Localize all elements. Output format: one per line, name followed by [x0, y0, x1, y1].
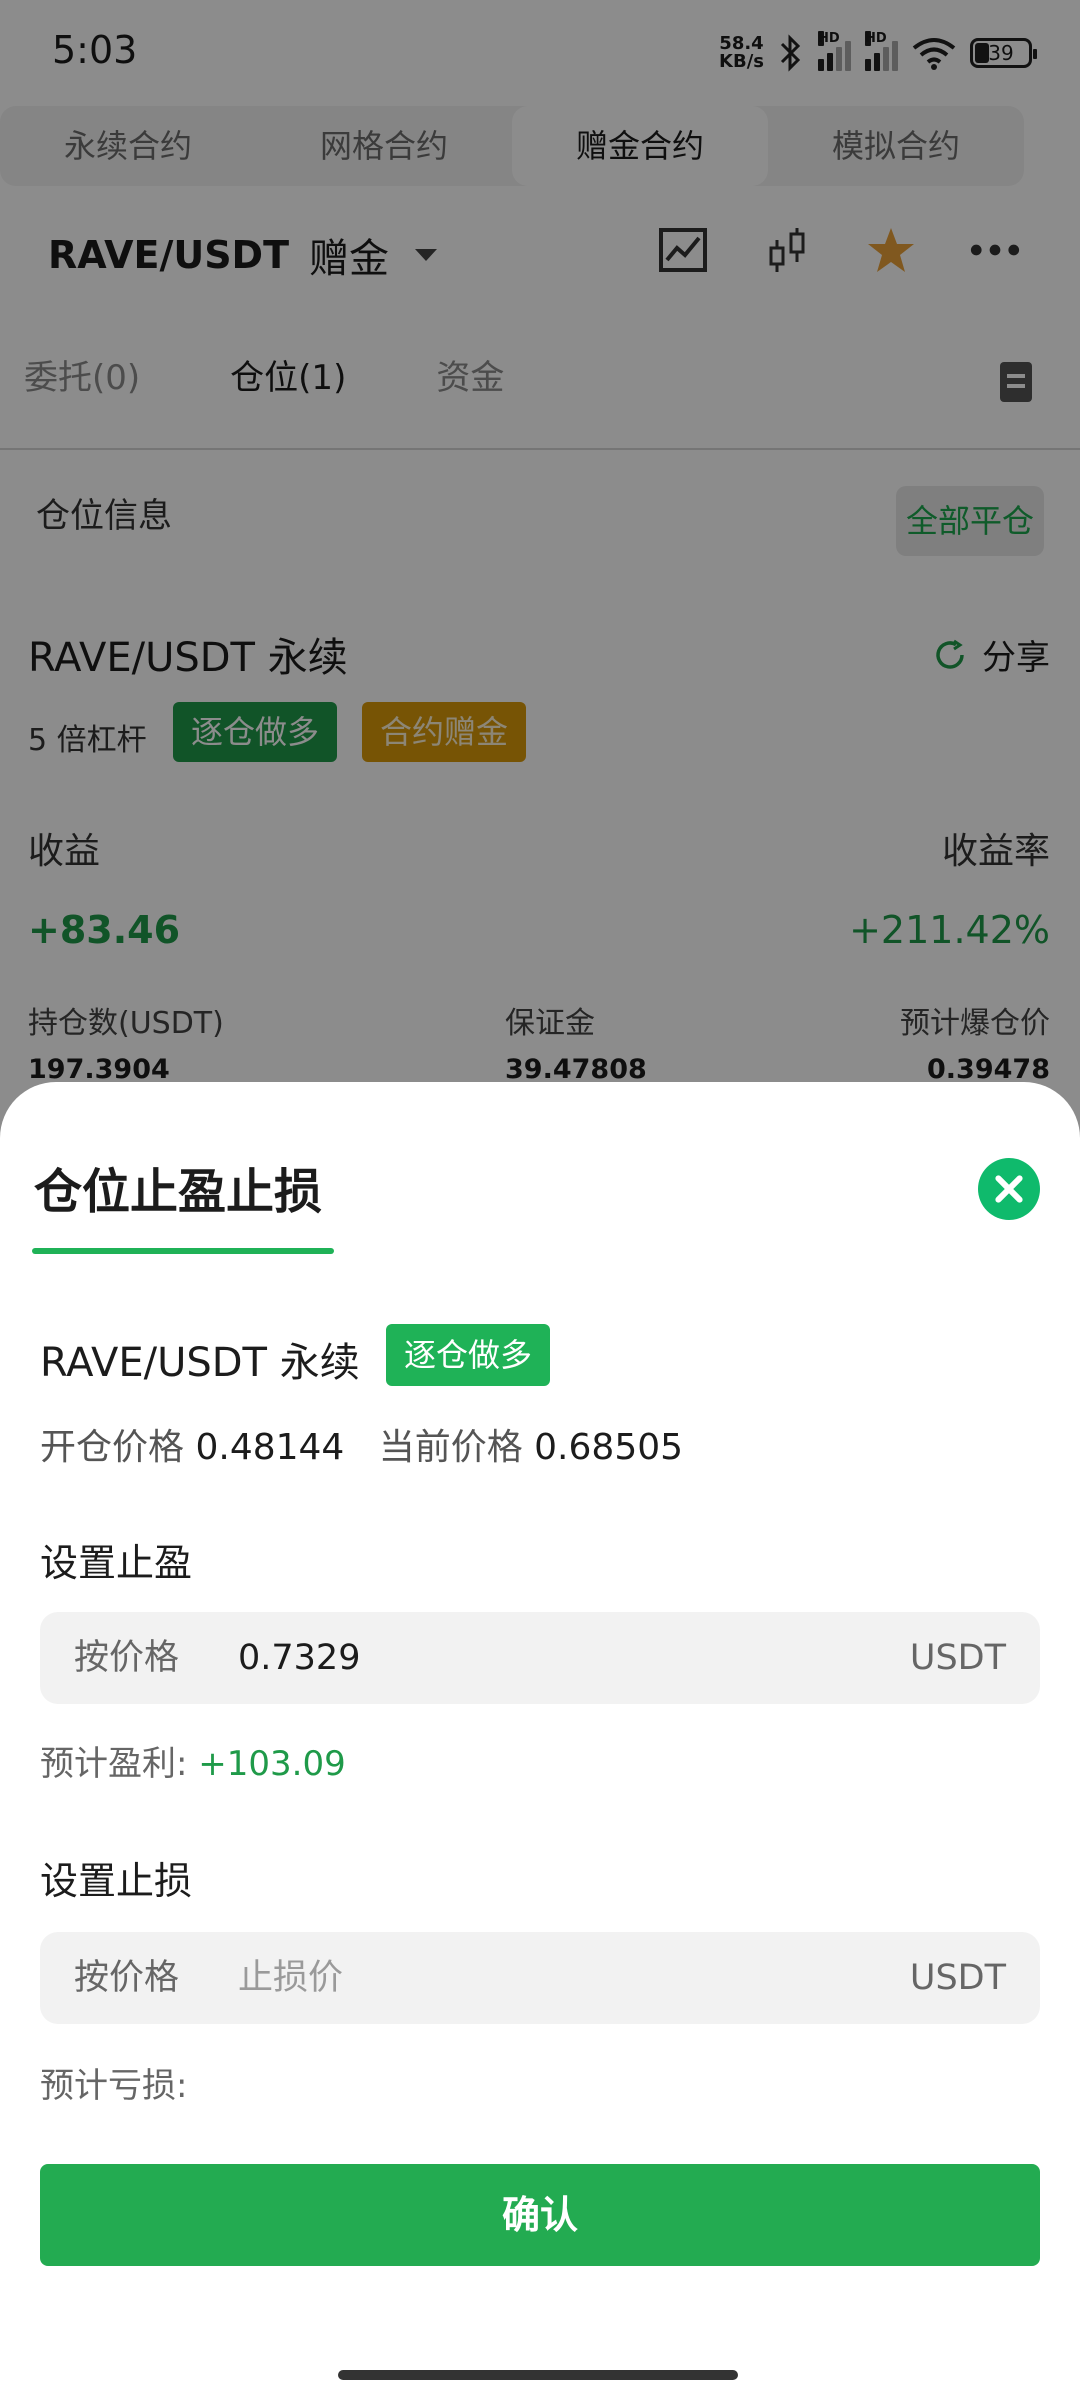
home-indicator[interactable] [338, 2370, 738, 2380]
take-profit-title: 设置止盈 [40, 1541, 193, 1585]
stop-loss-title: 设置止损 [40, 1859, 193, 1903]
sl-unit: USDT [909, 1958, 1006, 1998]
sl-by-price-label[interactable]: 按价格 [74, 1932, 179, 2024]
take-profit-input-row: 按价格 USDT [40, 1612, 1040, 1704]
current-price-value: 0.68505 [534, 1427, 684, 1468]
sheet-title: 仓位止盈止损 [34, 1164, 323, 1220]
open-price-label: 开仓价格 [40, 1427, 185, 1468]
open-price-value: 0.48144 [195, 1427, 345, 1468]
confirm-button[interactable]: 确认 [40, 2164, 1040, 2266]
est-profit-value: +103.09 [198, 1744, 346, 1784]
current-price-label: 当前价格 [378, 1427, 523, 1468]
est-loss-label: 预计亏损: [40, 2066, 188, 2106]
tp-unit: USDT [909, 1638, 1006, 1678]
price-info: 开仓价格 0.48144 当前价格 0.68505 [40, 1418, 683, 1470]
sheet-pair: RAVE/USDT 永续 [40, 1340, 360, 1386]
stop-loss-price-input[interactable] [238, 1932, 838, 2024]
stop-loss-input-row: 按价格 USDT [40, 1932, 1040, 2024]
tp-by-price-label[interactable]: 按价格 [74, 1612, 179, 1704]
close-icon[interactable] [978, 1158, 1040, 1220]
estimated-profit: 预计盈利: +103.09 [40, 1736, 346, 1785]
title-underline [32, 1248, 334, 1254]
estimated-loss: 预计亏损: [40, 2058, 187, 2107]
est-profit-label: 预计盈利: [40, 1744, 188, 1784]
sheet-mode-tag: 逐仓做多 [386, 1324, 551, 1386]
take-profit-price-input[interactable] [238, 1612, 838, 1704]
